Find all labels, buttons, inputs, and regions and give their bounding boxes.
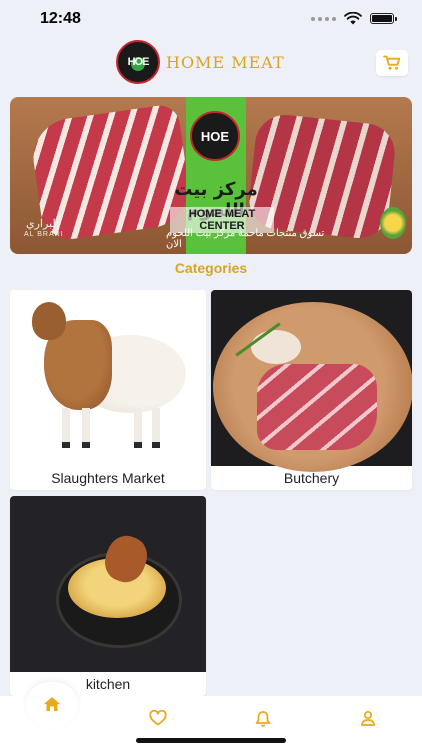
cart-button[interactable] [376,50,408,76]
logo-badge-icon: HOE [116,40,160,84]
nav-notifications[interactable] [247,702,279,734]
app-header: HOE HOME MEAT [0,40,422,86]
status-bar: 12:48 [0,0,422,40]
status-icons [311,12,397,25]
nav-favorites[interactable] [142,702,174,734]
nav-profile[interactable] [352,702,384,734]
category-card-kitchen[interactable]: kitchen [10,496,206,696]
nav-home[interactable] [36,688,68,720]
promo-banner[interactable]: HOE مركز بيت اللحوم HOME MEAT CENTER تسو… [10,97,412,254]
wifi-icon [344,12,362,25]
category-card-butchery[interactable]: Butchery [211,290,412,490]
home-icon [44,697,60,711]
heart-icon [149,710,167,726]
categories-title: Categories [174,260,248,276]
user-icon [360,710,376,726]
banner-watermark-en: AL BRARI [24,231,64,238]
banner-arabic-subtitle: تسوق منتجات ماحمة مركز بيت اللحوم الان [166,228,325,250]
butchery-image [211,290,412,472]
brand-logo: HOE HOME MEAT [116,40,285,84]
cart-icon [383,55,401,70]
category-label: Butchery [283,470,340,486]
home-indicator [136,738,286,743]
banner-watermark-ar: البراري [26,218,59,230]
battery-icon [370,13,397,24]
banner-logo-badge: HOE [190,111,240,161]
bell-icon [255,710,271,727]
logo-mark: HOE [127,56,150,68]
category-label: Slaughters Market [51,470,165,486]
kitchen-image [10,496,206,672]
category-card-slaughters-market[interactable]: Slaughters Market [10,290,206,490]
sheep-image [10,290,206,466]
status-time: 12:48 [40,10,81,27]
banner-mini-badge [380,207,406,239]
signal-icon [311,16,336,21]
brand-name: HOME MEAT [166,52,285,72]
